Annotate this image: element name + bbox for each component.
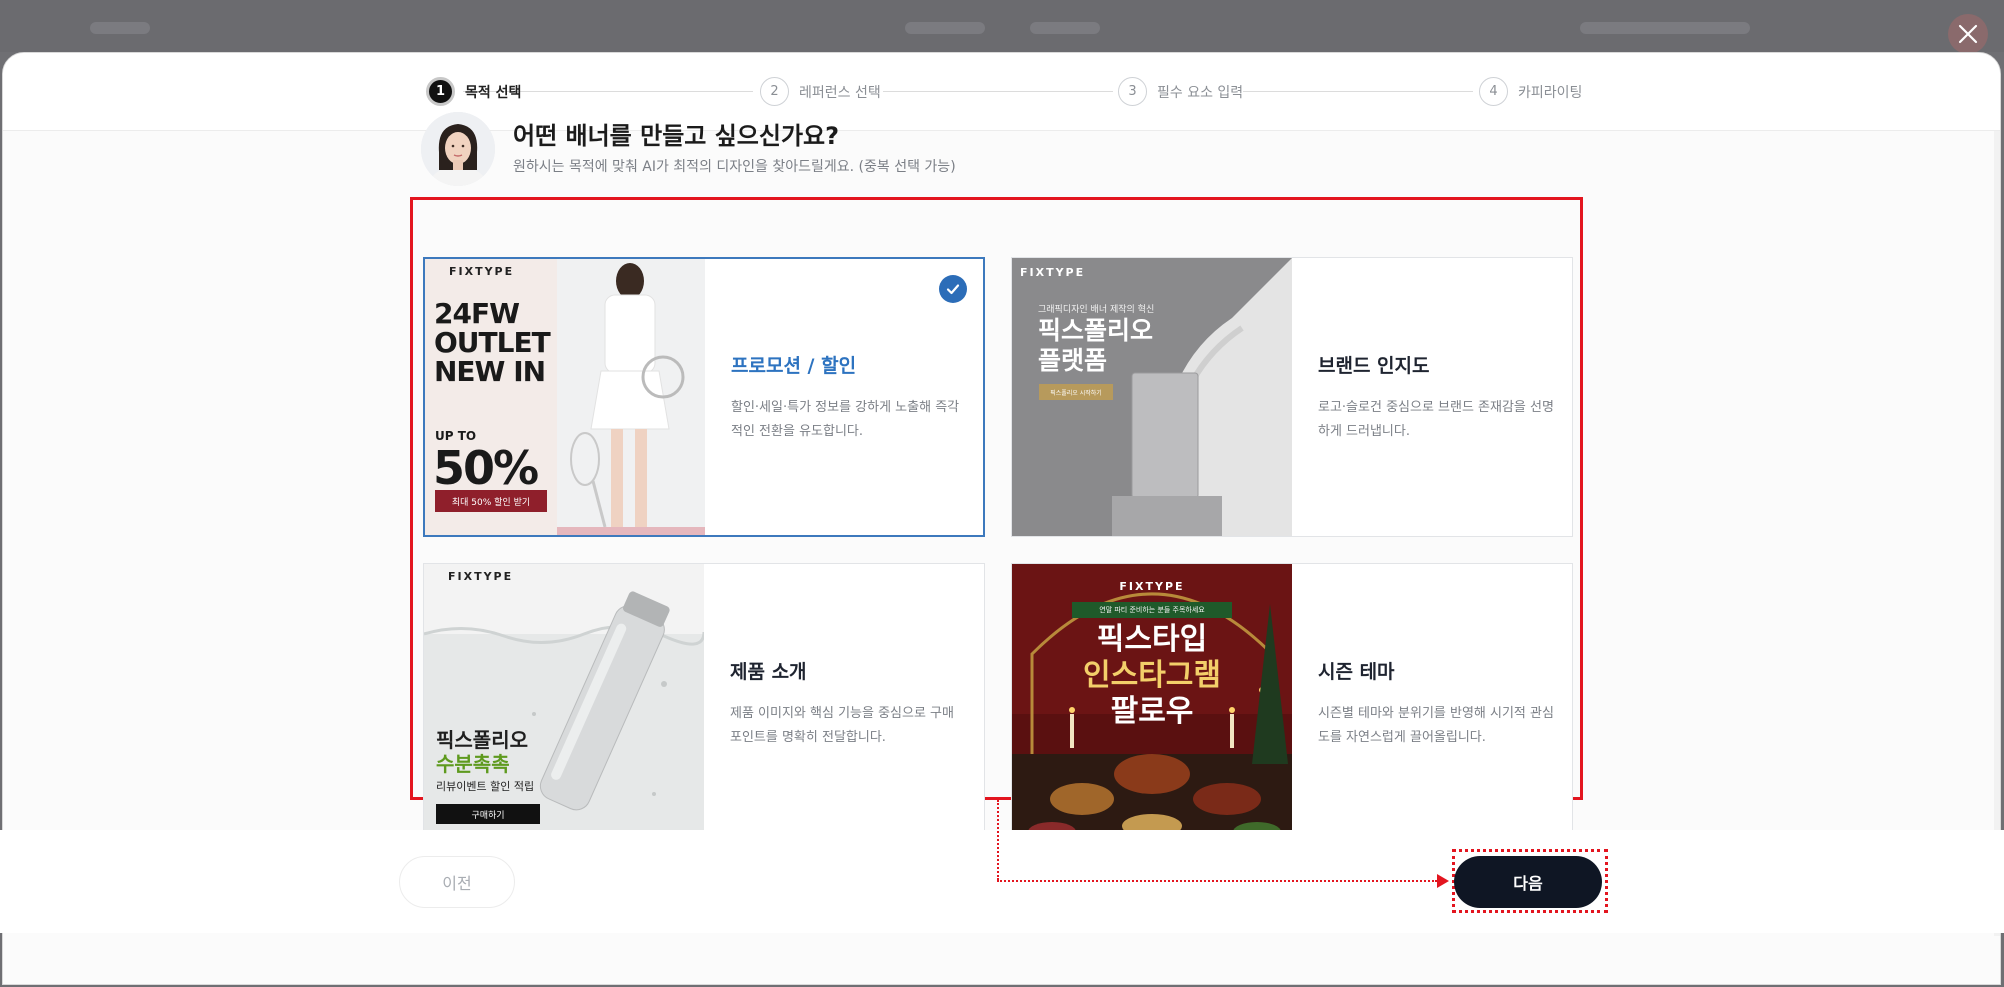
step-number: 1 <box>426 77 455 106</box>
banner-subline: 리뷰이벤트 할인 적립 <box>436 780 535 793</box>
step-1[interactable]: 1 목적 선택 <box>426 77 521 106</box>
step-connector <box>883 91 1113 92</box>
step-number: 2 <box>760 77 789 106</box>
step-label: 필수 요소 입력 <box>1157 84 1244 101</box>
step-label: 목적 선택 <box>465 84 522 101</box>
selected-check-icon <box>939 275 967 303</box>
annotation-connector <box>997 800 999 880</box>
card-body: 시즌 테마 시즌별 테마와 분위기를 반영해 시기적 관심도를 자연스럽게 끌어… <box>1292 564 1558 842</box>
card-body: 프로모션 / 할인 할인·세일·특가 정보를 강하게 노출해 즉각적인 전환을 … <box>705 259 971 535</box>
purpose-card-product-intro[interactable]: FIXTYPE 픽스폴리오 수분촉촉 리뷰이벤트 할인 적립 구매하기 제품 소… <box>423 563 985 843</box>
banner-percent: 50% <box>433 441 539 495</box>
banner-headline-line: 24FW <box>434 297 520 330</box>
backdrop-logo <box>90 22 150 34</box>
scrollbar[interactable] <box>1994 131 2000 936</box>
purpose-card-season-theme[interactable]: FIXTYPE 연말 파티 준비하는 분들 주목하세요 픽스타입 인스타그램 팔… <box>1011 563 1573 843</box>
banner-brand: FIXTYPE <box>1119 580 1185 593</box>
card-title: 시즌 테마 <box>1318 660 1395 683</box>
assistant-avatar <box>421 112 495 186</box>
step-4[interactable]: 4 카피라이팅 <box>1479 77 1582 106</box>
close-button[interactable] <box>1948 14 1988 54</box>
banner-headline-line: 수분촉촉 <box>436 752 510 776</box>
backdrop-nav <box>905 22 985 34</box>
close-icon <box>1958 24 1978 44</box>
backdrop-nav <box>1030 22 1100 34</box>
stepper: 1 목적 선택 2 레퍼런스 선택 3 필수 요소 입력 4 카피라이팅 <box>3 53 2000 131</box>
banner-headline: 픽스폴리오 플랫폼 <box>1038 316 1153 376</box>
next-button[interactable]: 다음 <box>1454 856 1602 908</box>
purpose-card-brand-awareness[interactable]: FIXTYPE 그래픽디자인 배너 제작의 혁신 픽스폴리오 플랫폼 픽스폴리오… <box>1011 257 1573 537</box>
banner-headline-line: 팔로우 <box>1110 694 1194 729</box>
step-3[interactable]: 3 필수 요소 입력 <box>1118 77 1243 106</box>
prev-button[interactable]: 이전 <box>399 856 515 908</box>
card-body: 브랜드 인지도 로고·슬로건 중심으로 브랜드 존재감을 선명하게 드러냅니다. <box>1292 258 1558 536</box>
banner-headline-line: 플랫폼 <box>1038 346 1108 375</box>
banner-headline: 픽스폴리오 수분촉촉 <box>436 728 528 776</box>
banner-ribbon: 연말 파티 준비하는 분들 주목하세요 <box>1072 602 1232 618</box>
product-banner-image: FIXTYPE 픽스폴리오 수분촉촉 리뷰이벤트 할인 적립 구매하기 <box>424 564 704 842</box>
step-label: 카피라이팅 <box>1518 84 1583 101</box>
page-title: 어떤 배너를 만들고 싶으신가요? <box>513 122 840 150</box>
banner-cta: 픽스폴리오 시작하기 <box>1039 384 1113 400</box>
card-description: 로고·슬로건 중심으로 브랜드 존재감을 선명하게 드러냅니다. <box>1318 399 1554 439</box>
card-description: 시즌별 테마와 분위기를 반영해 시기적 관심도를 자연스럽게 끌어올립니다. <box>1318 705 1554 745</box>
card-body: 제품 소개 제품 이미지와 핵심 기능을 중심으로 구매 포인트를 명확히 전달… <box>704 564 970 842</box>
card-description: 제품 이미지와 핵심 기능을 중심으로 구매 포인트를 명확히 전달합니다. <box>730 705 954 745</box>
step-2[interactable]: 2 레퍼런스 선택 <box>760 77 881 106</box>
card-description: 할인·세일·특가 정보를 강하게 노출해 즉각적인 전환을 유도합니다. <box>731 399 960 439</box>
banner-headline-line: 인스타그램 <box>1083 658 1221 693</box>
banner-headline-line: 픽스타입 <box>1096 622 1208 657</box>
season-banner-image: FIXTYPE 연말 파티 준비하는 분들 주목하세요 픽스타입 인스타그램 팔… <box>1012 564 1292 842</box>
backdrop-nav <box>1580 22 1750 34</box>
banner-headline-line: OUTLET <box>434 326 551 359</box>
banner-headline-line: 픽스폴리오 <box>1038 316 1154 345</box>
card-title: 제품 소개 <box>730 660 807 683</box>
annotation-connector <box>997 880 1437 882</box>
banner-headline: 24FW OUTLET NEW IN <box>434 297 551 388</box>
banner-brand: FIXTYPE <box>448 570 514 583</box>
purpose-card-promotion[interactable]: FIXTYPE 24FW OUTLET NEW IN UP TO 50% 최대 … <box>423 257 985 537</box>
banner-headline-line: NEW IN <box>434 355 546 388</box>
step-number: 3 <box>1118 77 1147 106</box>
backdrop-header <box>0 0 2004 52</box>
banner-brand: FIXTYPE <box>1020 266 1086 279</box>
banner-brand: FIXTYPE <box>449 265 515 278</box>
banner-headline: 픽스타입 인스타그램 팔로우 <box>1012 622 1292 730</box>
annotation-arrow-icon <box>1437 874 1449 888</box>
card-title: 브랜드 인지도 <box>1318 354 1430 377</box>
step-number: 4 <box>1479 77 1508 106</box>
step-label: 레퍼런스 선택 <box>799 84 881 101</box>
step-connector <box>1243 91 1473 92</box>
brand-banner-image: FIXTYPE 그래픽디자인 배너 제작의 혁신 픽스폴리오 플랫폼 픽스폴리오… <box>1012 258 1292 536</box>
banner-cta: 최대 50% 할인 받기 <box>435 490 547 512</box>
banner-headline-line: 픽스폴리오 <box>436 728 528 752</box>
card-title: 프로모션 / 할인 <box>731 354 857 377</box>
banner-tagline: 그래픽디자인 배너 제작의 혁신 <box>1038 305 1155 315</box>
banner-cta: 구매하기 <box>436 804 540 824</box>
page-subtitle: 원하시는 목적에 맞춰 AI가 최적의 디자인을 찾아드릴게요. (중복 선택 … <box>513 159 956 175</box>
promotion-banner-image: FIXTYPE 24FW OUTLET NEW IN UP TO 50% 최대 … <box>425 259 705 535</box>
